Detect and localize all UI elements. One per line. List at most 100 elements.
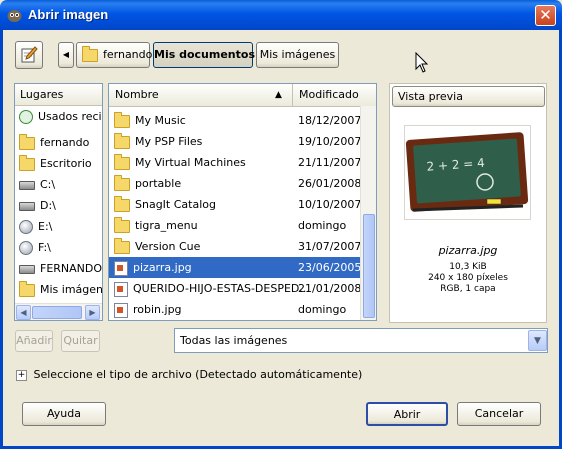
- file-name: pizarra.jpg: [133, 261, 192, 274]
- path-crumb-mis-imagenes[interactable]: Mis imágenes: [256, 42, 339, 68]
- crumb-label: Mis documentos: [154, 48, 255, 61]
- place-label: Escritorio: [40, 157, 92, 170]
- file-row[interactable]: SnagIt Catalog 10/10/2007: [109, 194, 360, 215]
- place-item-d[interactable]: D:\: [15, 195, 102, 216]
- scroll-right-arrow[interactable]: ▶: [85, 305, 100, 320]
- folder-icon: [19, 154, 35, 171]
- preview-mode: RGB, 1 capa: [440, 284, 496, 294]
- preview-header-button[interactable]: Vista previa: [392, 86, 545, 107]
- chevron-left-icon: ◀: [62, 50, 70, 59]
- add-place-button[interactable]: Añadir: [15, 330, 53, 352]
- folder-icon: [19, 280, 35, 297]
- file-name: Version Cue: [135, 240, 201, 253]
- filter-value: Todas las imágenes: [180, 334, 288, 347]
- file-name: robin.jpg: [133, 303, 182, 316]
- file-row[interactable]: My Virtual Machines 21/11/2007: [109, 152, 360, 173]
- file-type-label: Seleccione el tipo de archivo (Detectado…: [33, 368, 363, 381]
- edit-location-button[interactable]: [15, 41, 43, 69]
- file-name: My Virtual Machines: [135, 156, 246, 169]
- drive-icon: [19, 264, 35, 274]
- file-name: My PSP Files: [135, 135, 203, 148]
- folder-icon: [114, 195, 130, 212]
- scroll-left-arrow[interactable]: ◀: [16, 305, 31, 320]
- file-row[interactable]: portable 26/01/2008: [109, 173, 360, 194]
- folder-icon: [114, 153, 130, 170]
- folder-icon: [114, 216, 130, 233]
- network-drive-icon: [19, 220, 33, 234]
- image-file-icon: [114, 302, 128, 318]
- open-button-label: Abrir: [393, 408, 421, 421]
- folder-icon: [19, 133, 35, 150]
- places-header[interactable]: Lugares: [15, 84, 102, 106]
- file-modified: 23/06/2005: [298, 261, 360, 274]
- place-item-fernando[interactable]: fernando: [15, 132, 102, 153]
- file-modified: 10/10/2007: [298, 198, 360, 211]
- file-modified: 18/12/2007: [298, 114, 360, 127]
- drive-icon: [19, 180, 35, 190]
- mouse-cursor-icon: [415, 52, 429, 73]
- places-header-label: Lugares: [20, 88, 64, 101]
- column-header-modified[interactable]: Modificado: [293, 84, 360, 106]
- place-item-escritorio[interactable]: Escritorio: [15, 153, 102, 174]
- cancel-button[interactable]: Cancelar: [457, 402, 541, 426]
- file-row[interactable]: My PSP Files 19/10/2007: [109, 131, 360, 152]
- window-title: Abrir imagen: [28, 7, 109, 22]
- drive-icon: [19, 201, 35, 211]
- chalkboard-image: 2 + 2 = 4: [405, 132, 529, 212]
- file-type-expander[interactable]: + Seleccione el tipo de archivo (Detecta…: [16, 368, 362, 382]
- folder-icon: [114, 111, 130, 128]
- remove-place-label: Quitar: [63, 334, 98, 347]
- preview-filename: pizarra.jpg: [438, 244, 498, 257]
- file-name: QUERIDO-HIJO-ESTAS-DESPED...: [133, 282, 310, 295]
- folder-icon: [114, 132, 130, 149]
- file-row[interactable]: robin.jpg domingo: [109, 299, 360, 320]
- place-label: Mis imágenes: [40, 283, 103, 296]
- place-item-e[interactable]: E:\: [15, 216, 102, 237]
- path-crumb-fernando[interactable]: fernando: [76, 42, 152, 68]
- file-modified: 26/01/2008: [298, 177, 360, 190]
- place-item-fernando-c[interactable]: FERNANDO (C: [15, 258, 102, 279]
- file-row[interactable]: My Music 18/12/2007: [109, 110, 360, 131]
- place-item-mis-imagenes[interactable]: Mis imágenes: [15, 279, 103, 300]
- cancel-button-label: Cancelar: [474, 407, 524, 420]
- pencil-icon: [21, 46, 38, 63]
- preview-dimensions: 240 x 180 píxeles: [428, 273, 508, 283]
- file-row[interactable]: tigra_menu domingo: [109, 215, 360, 236]
- close-icon: ✕: [539, 6, 552, 24]
- file-modified: 31/07/2007: [298, 240, 360, 253]
- preview-header-label: Vista previa: [398, 90, 463, 103]
- file-modified: domingo: [298, 303, 347, 316]
- column-header-name[interactable]: Nombre ▲: [109, 84, 293, 106]
- column-name-label: Nombre: [115, 88, 159, 101]
- chevron-down-icon[interactable]: ▼: [528, 330, 547, 351]
- close-button[interactable]: ✕: [535, 5, 556, 26]
- crumb-label: Mis imágenes: [259, 48, 336, 61]
- file-name: SnagIt Catalog: [135, 198, 216, 211]
- place-label: C:\: [40, 178, 56, 191]
- file-modified: domingo: [298, 219, 347, 232]
- column-modified-label: Modificado: [299, 88, 359, 101]
- place-item-f[interactable]: F:\: [15, 237, 102, 258]
- place-item-c[interactable]: C:\: [15, 174, 102, 195]
- path-crumb-mis-documentos[interactable]: Mis documentos: [153, 42, 255, 68]
- file-row[interactable]: Version Cue 31/07/2007: [109, 236, 360, 257]
- path-back-button[interactable]: ◀: [58, 42, 74, 68]
- place-item-recent[interactable]: Usados recien: [15, 106, 102, 127]
- file-filter-select[interactable]: Todas las imágenes ▼: [174, 328, 548, 353]
- file-list-v-scrollbar[interactable]: [360, 106, 376, 320]
- open-button[interactable]: Abrir: [366, 402, 448, 426]
- place-label: Usados recien: [38, 110, 102, 123]
- file-modified: 21/11/2007: [298, 156, 360, 169]
- help-button-label: Ayuda: [47, 407, 81, 420]
- network-drive-icon: [19, 241, 33, 255]
- file-name: My Music: [135, 114, 186, 127]
- places-h-thumb[interactable]: [32, 306, 82, 319]
- places-h-scrollbar[interactable]: ◀ ▶: [15, 303, 102, 320]
- help-button[interactable]: Ayuda: [22, 402, 106, 426]
- remove-place-button[interactable]: Quitar: [61, 330, 100, 352]
- file-list-v-thumb[interactable]: [363, 214, 375, 318]
- file-row-selected[interactable]: pizarra.jpg 23/06/2005: [109, 257, 360, 278]
- file-modified: 21/01/2008: [298, 282, 360, 295]
- file-row[interactable]: QUERIDO-HIJO-ESTAS-DESPED... 21/01/2008: [109, 278, 360, 299]
- preview-size: 10,3 KiB: [449, 262, 487, 272]
